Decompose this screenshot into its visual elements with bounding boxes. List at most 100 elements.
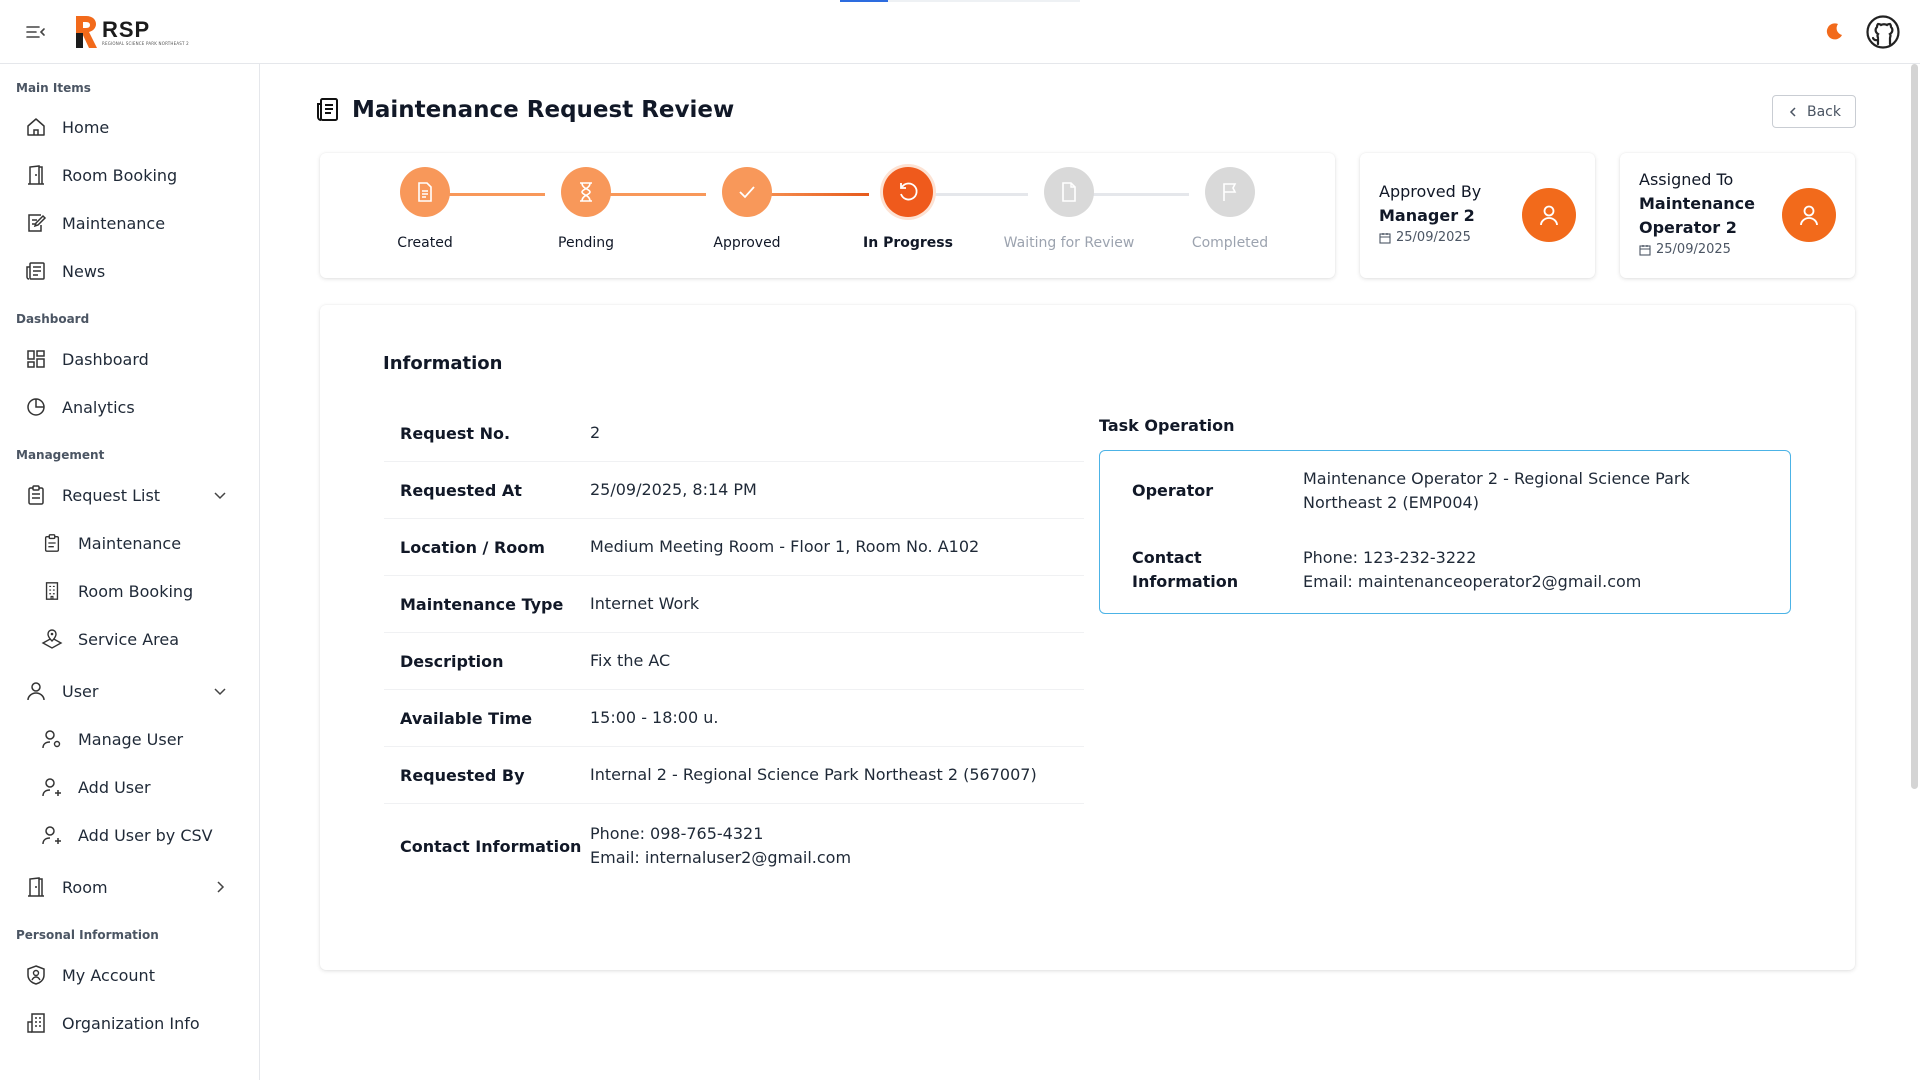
info-value: 25/09/2025, 8:14 PM <box>590 480 757 499</box>
sidebar-item-request-room-booking[interactable]: Room Booking <box>32 571 244 611</box>
step-label: In Progress <box>863 235 953 251</box>
info-row-contact: Contact Information Phone: 098-765-4321 … <box>384 804 1084 888</box>
sidebar-item-add-user[interactable]: Add User <box>32 767 244 807</box>
assigned-to-title: Assigned To <box>1639 170 1734 189</box>
logo-name: RSP <box>102 16 151 42</box>
step-label: Pending <box>558 235 614 251</box>
sidebar-item-label: Analytics <box>62 397 135 417</box>
loading-bar <box>840 0 1080 2</box>
contact-email: Email: internaluser2@gmail.com <box>590 848 852 867</box>
step-in-progress: In Progress <box>833 167 983 251</box>
approved-date-text: 25/09/2025 <box>1396 230 1471 245</box>
information-heading: Information <box>383 353 503 374</box>
document-icon <box>400 167 450 217</box>
sidebar-item-dashboard[interactable]: Dashboard <box>16 339 244 379</box>
sidebar-item-label: Room Booking <box>78 581 194 601</box>
page-header: Maintenance Request Review <box>316 92 734 128</box>
sidebar-item-label: Room <box>62 877 108 897</box>
door-icon <box>16 155 56 195</box>
info-row-maintenance-type: Maintenance Type Internet Work <box>384 576 1084 633</box>
sidebar-item-request-maintenance[interactable]: Maintenance <box>32 523 244 563</box>
sidebar-item-room-booking[interactable]: Room Booking <box>16 155 244 195</box>
approved-by-name: Manager 2 <box>1379 206 1475 225</box>
sidebar-item-manage-user[interactable]: Manage User <box>32 719 244 759</box>
assigned-date-text: 25/09/2025 <box>1656 242 1731 257</box>
user-icon <box>1540 205 1558 226</box>
info-row-requested-by: Requested By Internal 2 - Regional Scien… <box>384 747 1084 804</box>
task-contact-phone: Phone: 123-232-3222 <box>1303 548 1477 567</box>
shield-user-icon <box>16 955 56 995</box>
task-row-operator: Operator Maintenance Operator 2 - Region… <box>1132 467 1773 515</box>
step-approved: Approved <box>672 167 822 251</box>
clipboard-icon <box>32 523 72 563</box>
assigned-to-name-line2: Operator 2 <box>1639 218 1737 237</box>
sidebar-item-request-list[interactable]: Request List <box>16 475 244 515</box>
github-icon[interactable] <box>1866 15 1900 49</box>
info-value: 2 <box>590 423 601 442</box>
chevron-down-icon[interactable] <box>212 487 228 503</box>
sidebar-item-label: Organization Info <box>62 1013 200 1033</box>
task-value: Maintenance Operator 2 - Regional Scienc… <box>1303 469 1690 512</box>
section-personal-information: Personal Information <box>16 928 159 942</box>
info-value: Fix the AC <box>590 651 671 670</box>
step-waiting-review: Waiting for Review <box>994 167 1144 251</box>
refresh-icon <box>883 167 933 217</box>
sidebar-item-label: Service Area <box>78 629 180 649</box>
chevron-down-icon[interactable] <box>212 683 228 699</box>
task-value: Phone: 123-232-3222 Email: maintenanceop… <box>1303 546 1773 594</box>
info-key: Description <box>400 651 504 671</box>
info-row-request-no: Request No. 2 <box>384 405 1084 462</box>
info-value: Internet Work <box>590 594 700 613</box>
task-key: Contact Information <box>1132 548 1239 591</box>
logo-mark-icon <box>76 16 97 48</box>
hourglass-icon <box>561 167 611 217</box>
sidebar-item-label: Home <box>62 117 110 137</box>
section-dashboard: Dashboard <box>16 312 90 326</box>
sidebar-item-my-account[interactable]: My Account <box>16 955 244 995</box>
calendar-icon <box>1379 232 1391 244</box>
page-title: Maintenance Request Review <box>352 97 735 123</box>
back-button-label: Back <box>1807 103 1841 120</box>
assigned-to-name-line1: Maintenance <box>1639 194 1756 213</box>
logo[interactable]: RSP REGIONAL SCIENCE PARK NORTHEAST 2 <box>72 12 189 52</box>
task-row-contact: Contact Information Phone: 123-232-3222 … <box>1132 546 1773 594</box>
sidebar-item-label: Maintenance <box>78 533 182 553</box>
section-management: Management <box>16 448 105 462</box>
building-icon <box>32 571 72 611</box>
edit-note-icon <box>16 203 56 243</box>
door-icon <box>16 867 56 907</box>
sidebar-item-label: Manage User <box>78 729 184 749</box>
info-row-requested-at: Requested At 25/09/2025, 8:14 PM <box>384 462 1084 519</box>
chevron-right-icon[interactable] <box>212 879 228 895</box>
sidebar-item-label: Dashboard <box>62 349 149 369</box>
pie-chart-icon <box>16 387 56 427</box>
page-scrollbar[interactable] <box>1911 64 1918 789</box>
sidebar-item-user[interactable]: User <box>16 671 244 711</box>
sidebar-item-news[interactable]: News <box>16 251 244 291</box>
sidebar-item-label: User <box>62 681 99 701</box>
sidebar-item-home[interactable]: Home <box>16 107 244 147</box>
clipboard-list-icon <box>16 475 56 515</box>
task-operation-title: Task Operation <box>1099 416 1235 435</box>
information-card: Information Request No. 2 Requested At 2… <box>320 305 1855 970</box>
dashboard-grid-icon <box>16 339 56 379</box>
theme-moon-icon[interactable] <box>1822 20 1846 44</box>
sidebar-item-label: Maintenance <box>62 213 166 233</box>
sidebar-item-maintenance[interactable]: Maintenance <box>16 203 244 243</box>
info-row-available-time: Available Time 15:00 - 18:00 u. <box>384 690 1084 747</box>
sidebar-item-add-user-csv[interactable]: Add User by CSV <box>32 815 244 855</box>
sidebar-item-label: Add User <box>78 777 151 797</box>
menu-collapse-icon[interactable] <box>24 20 48 44</box>
sidebar-item-organization-info[interactable]: Organization Info <box>16 1003 244 1043</box>
sidebar-item-service-area[interactable]: Service Area <box>32 619 244 659</box>
logo-subtitle: REGIONAL SCIENCE PARK NORTHEAST 2 <box>102 40 189 46</box>
task-contact-email: Email: maintenanceoperator2@gmail.com <box>1303 572 1642 591</box>
info-value: Phone: 098-765-4321 Email: internaluser2… <box>590 822 851 870</box>
back-button[interactable]: Back <box>1772 95 1856 128</box>
check-icon <box>722 167 772 217</box>
sidebar-item-label: Add User by CSV <box>78 825 213 845</box>
sidebar-item-analytics[interactable]: Analytics <box>16 387 244 427</box>
step-label: Completed <box>1191 235 1269 251</box>
sidebar-item-room[interactable]: Room <box>16 867 244 907</box>
info-key: Maintenance Type <box>400 594 564 614</box>
